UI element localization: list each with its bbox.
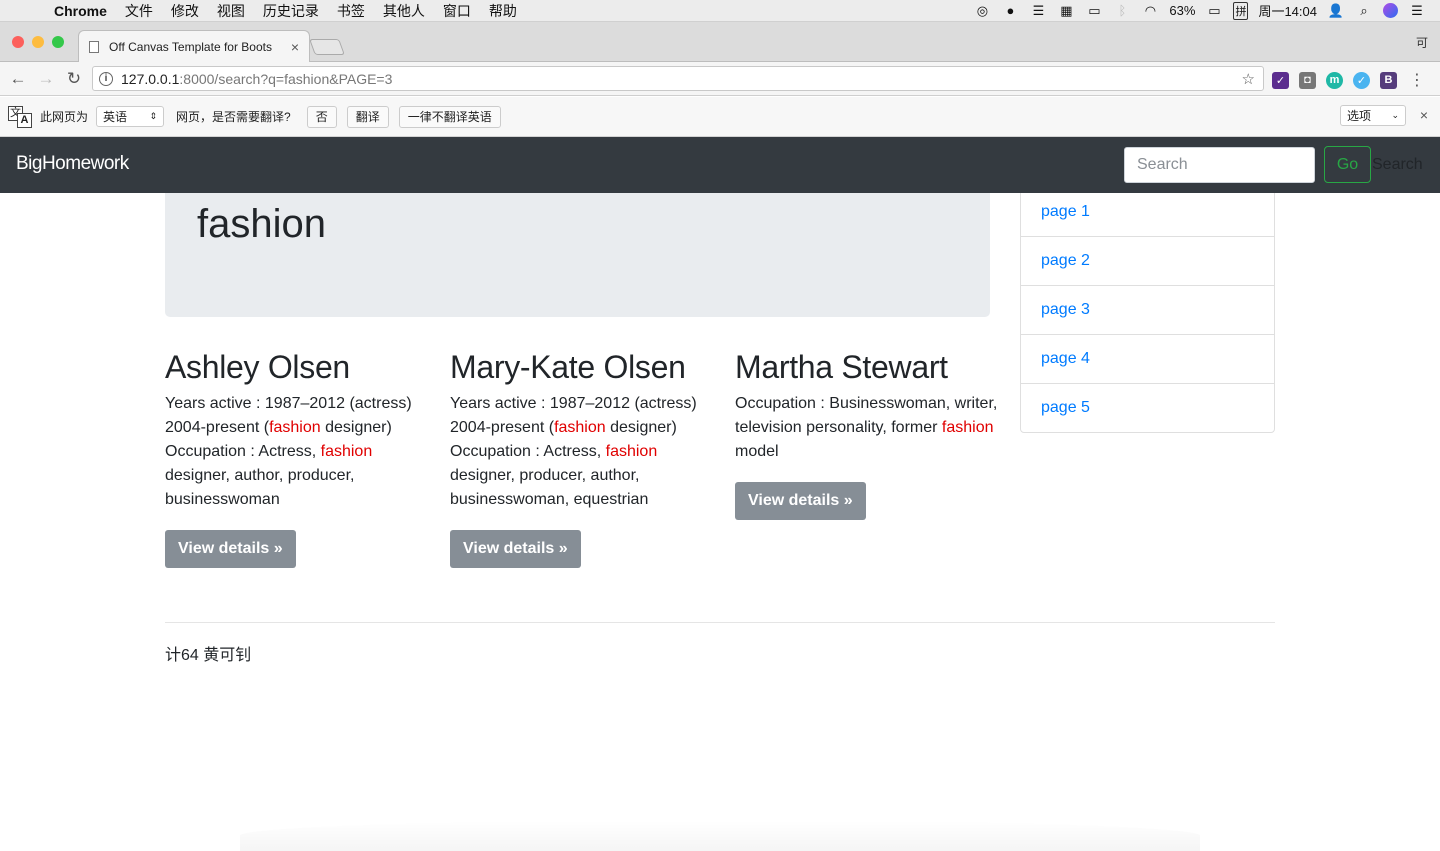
translate-options-select[interactable]: 选项 ⌄	[1340, 105, 1406, 126]
wifi-icon[interactable]: ◠	[1141, 3, 1159, 19]
back-icon[interactable]: ←	[4, 69, 32, 89]
menu-bookmarks[interactable]: 书签	[328, 1, 374, 21]
stack-icon[interactable]: ☰	[1029, 3, 1047, 19]
zoom-window-icon[interactable]	[52, 36, 64, 48]
query-jumbotron: fashion	[165, 193, 990, 317]
battery-icon[interactable]: ▭	[1205, 3, 1223, 19]
result-name: Martha Stewart	[735, 349, 948, 385]
reload-icon[interactable]: ↻	[60, 69, 88, 89]
close-tab-icon[interactable]: ×	[291, 39, 299, 55]
windows-icon[interactable]: ▦	[1057, 3, 1075, 19]
menu-app-name[interactable]: Chrome	[54, 3, 116, 19]
result-description: Years active : 1987–2012 (actress) 2004-…	[165, 395, 412, 509]
bluetooth-icon[interactable]: ᛒ	[1113, 3, 1131, 19]
chevron-updown-icon: ⇕	[149, 111, 158, 121]
footer-text: 计64 黄可钊	[165, 647, 252, 664]
extension-bird-icon[interactable]: ✓	[1353, 71, 1370, 89]
translate-button[interactable]: 翻译	[346, 105, 389, 128]
profile-button[interactable]: 可	[1416, 34, 1428, 51]
translate-icon: 文A	[8, 105, 34, 128]
highlight-term: fashion	[320, 443, 373, 461]
highlight-term: fashion	[269, 419, 321, 437]
translate-no-button[interactable]: 否	[306, 105, 337, 128]
close-translate-icon[interactable]: ×	[1420, 107, 1428, 123]
go-button[interactable]: Go	[1324, 146, 1371, 183]
chevron-down-icon: ⌄	[1391, 110, 1399, 120]
airplay-icon[interactable]: ▭	[1085, 3, 1103, 19]
siri-icon[interactable]	[1383, 3, 1398, 18]
minimize-window-icon[interactable]	[32, 36, 44, 48]
chrome-menu-icon[interactable]: ⋮	[1409, 70, 1425, 90]
never-translate-button[interactable]: 一律不翻译英语	[398, 105, 501, 128]
clock[interactable]: 周一14:04	[1258, 1, 1317, 20]
result-card: Ashley Olsen Years active : 1987–2012 (a…	[165, 348, 435, 569]
result-card: Martha Stewart Occupation : Businesswoma…	[735, 348, 1005, 521]
view-details-button[interactable]: View details »	[735, 482, 866, 521]
info-icon[interactable]: i	[99, 71, 113, 86]
tray-app-icon[interactable]: ◎	[973, 3, 991, 19]
page-link-4[interactable]: page 4	[1021, 334, 1274, 383]
result-description: Years active : 1987–2012 (actress) 2004-…	[450, 395, 697, 509]
bookmark-star-icon[interactable]: ☆	[1242, 70, 1255, 88]
result-card: Mary-Kate Olsen Years active : 1987–2012…	[450, 348, 720, 569]
page-icon	[89, 40, 99, 53]
menu-file[interactable]: 文件	[116, 1, 162, 21]
search-label: Search	[1372, 156, 1423, 173]
close-window-icon[interactable]	[12, 36, 24, 48]
os-menubar: Chrome 文件 修改 视图 历史记录 书签 其他人 窗口 帮助 ◎ ● ☰ …	[0, 0, 1440, 22]
qq-icon[interactable]: ●	[1001, 3, 1019, 19]
browser-tab[interactable]: Off Canvas Template for Boots ×	[78, 30, 310, 62]
forward-icon[interactable]: →	[32, 69, 60, 89]
notification-center-icon[interactable]: ☰	[1408, 3, 1426, 19]
address-bar[interactable]: i 127.0.0.1:8000/search?q=fashion&PAGE=3…	[92, 66, 1264, 91]
dock-shadow	[240, 820, 1200, 851]
window-controls	[12, 36, 64, 48]
language-select[interactable]: 英语 ⇕	[96, 106, 165, 127]
spotlight-icon[interactable]: ⌕	[1355, 3, 1373, 19]
highlight-term: fashion	[605, 443, 658, 461]
view-details-button[interactable]: View details »	[450, 530, 581, 569]
page-link-3[interactable]: page 3	[1021, 285, 1274, 334]
input-method-icon[interactable]: 拼	[1233, 1, 1249, 20]
language-value: 英语	[103, 110, 128, 124]
battery-percent: 63%	[1169, 3, 1196, 18]
menu-help[interactable]: 帮助	[480, 1, 526, 21]
translate-bar: 文A 此网页为 英语 ⇕ 网页，是否需要翻译? 否 翻译 一律不翻译英语 选项 …	[0, 97, 1440, 137]
page-link-1[interactable]: page 1	[1021, 188, 1274, 236]
user-icon[interactable]: 👤	[1327, 3, 1345, 19]
extension-bootstrap-icon[interactable]: B	[1380, 71, 1397, 89]
menu-edit[interactable]: 修改	[162, 1, 208, 21]
menu-people[interactable]: 其他人	[374, 1, 434, 21]
result-name: Mary-Kate Olsen	[450, 349, 686, 385]
tab-title: Off Canvas Template for Boots	[109, 39, 272, 54]
result-name: Ashley Olsen	[165, 349, 350, 385]
browser-toolbar: ← → ↻ i 127.0.0.1:8000/search?q=fashion&…	[0, 62, 1440, 96]
translate-question: 网页，是否需要翻译?	[176, 110, 291, 124]
tab-strip: Off Canvas Template for Boots × 可	[0, 22, 1440, 62]
translate-prefix: 此网页为	[40, 110, 89, 124]
menu-history[interactable]: 历史记录	[254, 1, 328, 21]
menu-window[interactable]: 窗口	[434, 1, 480, 21]
highlight-term: fashion	[554, 419, 606, 437]
query-heading: fashion	[197, 202, 326, 246]
navbar-brand[interactable]: BigHomework	[16, 153, 129, 175]
extensions-area: ✓ ◘ m ✓ B ⋮	[1272, 70, 1425, 90]
translate-options-label: 选项	[1347, 109, 1372, 123]
url-host: 127.0.0.1	[121, 70, 180, 87]
view-details-button[interactable]: View details »	[165, 530, 296, 569]
url-path: :8000/search?q=fashion&PAGE=3	[179, 70, 393, 87]
new-tab-button[interactable]	[309, 39, 345, 55]
highlight-term: fashion	[941, 419, 994, 437]
result-description: Occupation : Businesswoman, writer, tele…	[735, 395, 998, 461]
search-input[interactable]: Search	[1124, 147, 1315, 183]
page-link-5[interactable]: page 5	[1021, 383, 1274, 432]
footer-divider	[165, 622, 1275, 623]
extension-m-icon[interactable]: m	[1326, 71, 1343, 89]
page-link-2[interactable]: page 2	[1021, 236, 1274, 285]
extension-check-icon[interactable]: ✓	[1272, 71, 1289, 89]
site-navbar: BigHomework Search Go Search	[0, 137, 1440, 193]
extension-shield-icon[interactable]: ◘	[1299, 71, 1316, 89]
menu-view[interactable]: 视图	[208, 1, 254, 21]
page-list: page 1 page 2 page 3 page 4 page 5	[1020, 187, 1275, 433]
